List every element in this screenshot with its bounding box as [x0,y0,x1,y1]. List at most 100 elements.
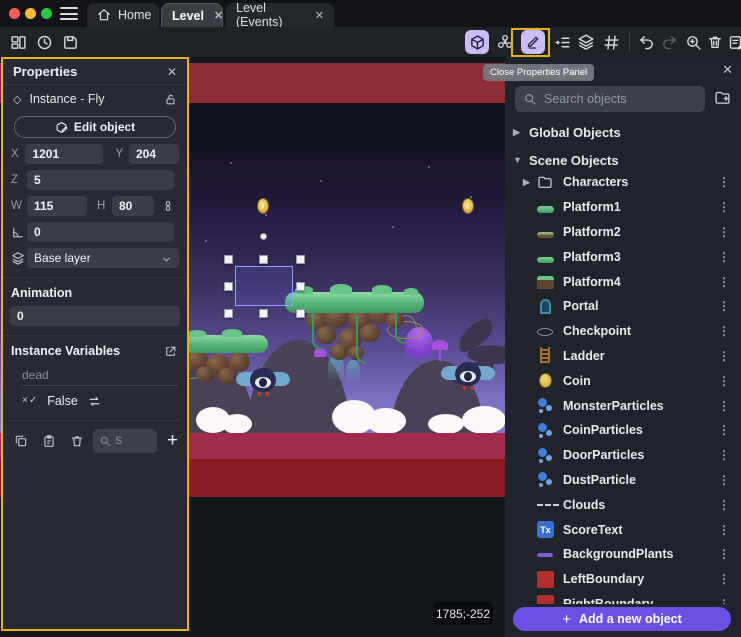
object-item[interactable]: RightBoundary⋮ [505,592,741,604]
variable-value[interactable]: False [47,394,78,408]
object-item[interactable]: Checkpoint⋮ [505,319,741,344]
swap-value-icon[interactable] [87,393,102,407]
close-objects-panel-icon[interactable]: ✕ [722,62,733,78]
history-icon[interactable] [32,30,56,54]
resize-handle[interactable] [259,255,268,264]
object-item[interactable]: DoorParticles⋮ [505,443,741,468]
close-window-icon[interactable] [9,8,20,19]
zoom-in-icon[interactable] [681,30,705,54]
resize-handle[interactable] [224,282,233,291]
kebab-menu-icon[interactable]: ⋮ [718,250,730,264]
object-item[interactable]: BackgroundPlants⋮ [505,542,741,567]
platform-object[interactable] [178,335,268,353]
resize-handle[interactable] [224,255,233,264]
add-variable-icon[interactable]: + [167,430,178,452]
layers-icon[interactable] [574,30,598,54]
close-tab-icon[interactable]: ✕ [214,9,223,22]
resize-handle[interactable] [259,309,268,318]
object-item-characters[interactable]: ▶ Characters ⋮ [505,170,741,195]
object-item[interactable]: Platform2⋮ [505,220,741,245]
kebab-menu-icon[interactable]: ⋮ [718,324,730,338]
edit-properties-icon[interactable] [521,30,545,54]
add-new-object-button[interactable]: + Add a new object [513,607,731,631]
copy-icon[interactable] [9,430,33,452]
tab-home[interactable]: Home [87,3,159,27]
y-field[interactable] [129,144,179,164]
open-variables-editor-icon[interactable] [164,344,177,358]
close-properties-panel-icon[interactable]: ✕ [167,65,177,79]
kebab-menu-icon[interactable]: ⋮ [718,225,730,239]
object-item[interactable]: Platform4⋮ [505,269,741,294]
unlock-icon[interactable] [164,92,177,106]
animation-field[interactable] [10,306,180,326]
kebab-menu-icon[interactable]: ⋮ [718,498,730,512]
trash-icon[interactable] [65,430,89,452]
width-field[interactable] [27,196,87,216]
kebab-menu-icon[interactable]: ⋮ [718,175,730,189]
height-field[interactable] [112,196,154,216]
object-item[interactable]: Platform3⋮ [505,244,741,269]
coin-object[interactable] [257,198,269,214]
kebab-menu-icon[interactable]: ⋮ [718,423,730,437]
minimize-window-icon[interactable] [25,8,36,19]
x-field[interactable] [25,144,103,164]
fly-object[interactable] [441,362,495,390]
scene-properties-icon[interactable] [724,30,741,54]
group-scene-objects[interactable]: ▼ Scene Objects [505,148,741,172]
group-global-objects[interactable]: ▶ Global Objects [505,120,741,144]
kebab-menu-icon[interactable]: ⋮ [718,275,730,289]
kebab-menu-icon[interactable]: ⋮ [718,200,730,214]
z-field[interactable] [27,170,174,190]
kebab-menu-icon[interactable]: ⋮ [718,473,730,487]
hamburger-menu-icon[interactable] [60,7,78,20]
object-item[interactable]: DustParticle⋮ [505,468,741,493]
maximize-window-icon[interactable] [41,8,52,19]
paste-icon[interactable] [37,430,61,452]
coin-object[interactable] [462,198,474,214]
object-item[interactable]: CoinParticles⋮ [505,418,741,443]
instances-list-icon[interactable] [550,30,574,54]
kebab-menu-icon[interactable]: ⋮ [718,523,730,537]
object-item[interactable]: Platform1⋮ [505,195,741,220]
object-item[interactable]: Coin⋮ [505,368,741,393]
kebab-menu-icon[interactable]: ⋮ [718,448,730,462]
undo-icon[interactable] [634,30,658,54]
kebab-menu-icon[interactable]: ⋮ [718,374,730,388]
save-icon[interactable] [58,30,82,54]
kebab-menu-icon[interactable]: ⋮ [718,572,730,586]
toggle-3d-view-icon[interactable] [465,30,489,54]
rotate-handle[interactable] [260,233,267,240]
kebab-menu-icon[interactable]: ⋮ [718,597,730,604]
resize-handle[interactable] [296,255,305,264]
object-item[interactable]: Ladder⋮ [505,344,741,369]
variable-name[interactable]: dead [22,368,177,386]
kebab-menu-icon[interactable]: ⋮ [718,399,730,413]
kebab-menu-icon[interactable]: ⋮ [718,349,730,363]
close-tab-icon[interactable]: ✕ [315,9,324,22]
resize-handle[interactable] [224,309,233,318]
objects-search-field[interactable] [544,92,705,106]
edit-object-button[interactable]: Edit object [14,116,176,138]
angle-field[interactable] [27,222,174,242]
redo-icon[interactable] [657,30,681,54]
variables-search-input[interactable]: S [93,429,157,453]
selection-rectangle[interactable] [235,266,293,306]
object-item[interactable]: Clouds⋮ [505,492,741,517]
layer-select[interactable]: Base layer [27,248,179,268]
add-folder-icon[interactable] [714,89,731,107]
object-item[interactable]: LeftBoundary⋮ [505,567,741,592]
resize-handle[interactable] [296,282,305,291]
platform-object[interactable] [285,292,424,313]
object-item[interactable]: MonsterParticles⋮ [505,393,741,418]
resize-handle[interactable] [296,309,305,318]
kebab-menu-icon[interactable]: ⋮ [718,547,730,561]
tab-level[interactable]: Level ✕ [161,3,223,27]
tab-level-events[interactable]: Level (Events) ✕ [226,3,334,27]
toggle-panels-icon[interactable] [6,30,30,54]
object-item[interactable]: Portal⋮ [505,294,741,319]
object-item[interactable]: ScoreText⋮ [505,517,741,542]
kebab-menu-icon[interactable]: ⋮ [718,299,730,313]
lock-ratio-icon[interactable] [162,199,174,213]
fly-object-selected[interactable] [236,368,290,396]
grid-icon[interactable] [599,30,623,54]
